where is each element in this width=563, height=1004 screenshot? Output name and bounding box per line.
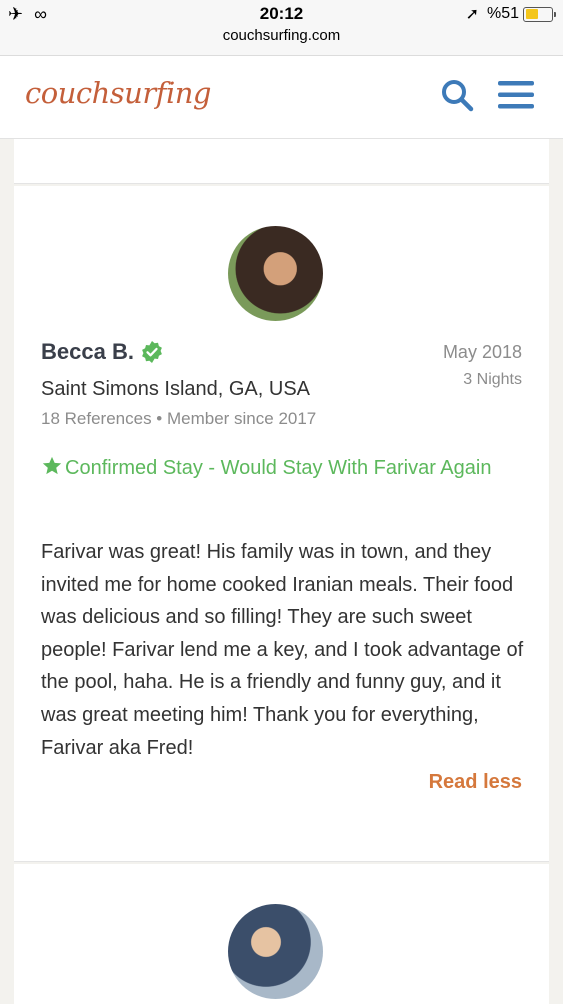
site-header: couchsurfing bbox=[0, 56, 563, 139]
confirmed-stay-text: Confirmed Stay - Would Stay With Farivar… bbox=[65, 457, 492, 479]
avatar[interactable] bbox=[228, 904, 323, 999]
status-right: ➚ %51 bbox=[465, 4, 556, 24]
verified-badge-icon bbox=[142, 341, 162, 363]
read-less-link[interactable]: Read less bbox=[429, 771, 522, 794]
author-name[interactable]: Becca B. bbox=[41, 339, 134, 365]
reference-author: Becca B. bbox=[41, 339, 164, 365]
avatar[interactable] bbox=[228, 226, 323, 321]
couchsurfing-logo[interactable]: couchsurfing bbox=[25, 76, 211, 110]
next-reference-card bbox=[14, 864, 549, 1004]
address-bar-url[interactable]: couchsurfing.com bbox=[0, 27, 563, 44]
menu-icon[interactable] bbox=[498, 80, 534, 110]
author-meta: 18 References • Member since 2017 bbox=[41, 409, 317, 428]
battery-icon bbox=[523, 6, 556, 22]
star-icon bbox=[42, 456, 62, 475]
battery-percent: %51 bbox=[486, 5, 519, 22]
search-icon[interactable] bbox=[440, 78, 474, 112]
reference-body: Farivar was great! His family was in tow… bbox=[41, 541, 524, 759]
author-location: Saint Simons Island, GA, USA bbox=[41, 378, 311, 400]
location-arrow-icon: ➚ bbox=[465, 6, 479, 23]
stay-nights: 3 Nights bbox=[463, 371, 522, 388]
stay-date: May 2018 bbox=[442, 342, 522, 362]
status-bar: ✈ ∞ 20:12 couchsurfing.com ➚ %51 bbox=[0, 0, 563, 56]
reference-card: Becca B. May 2018 3 Nights Saint Simons … bbox=[14, 186, 549, 862]
previous-reference-card bbox=[14, 139, 549, 184]
confirmed-stay: Confirmed Stay - Would Stay With Farivar… bbox=[41, 452, 511, 484]
